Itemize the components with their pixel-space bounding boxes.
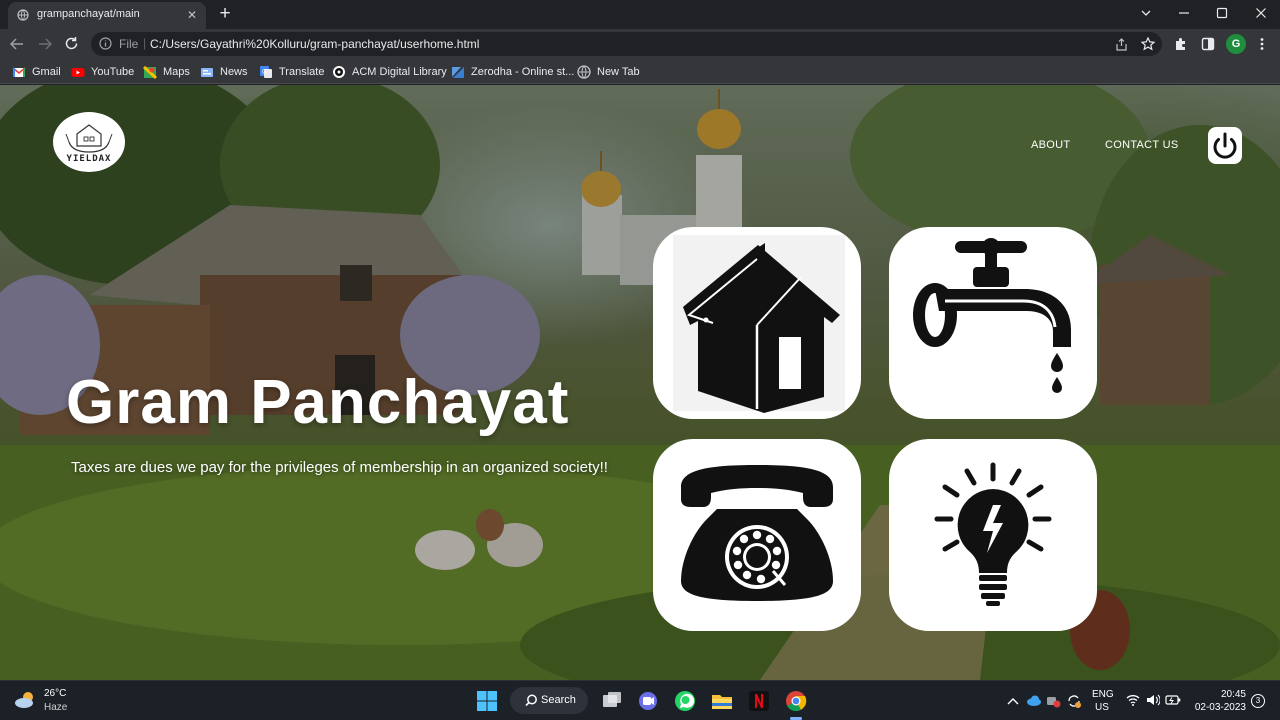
url-separator: | bbox=[143, 36, 147, 50]
info-icon[interactable] bbox=[99, 37, 112, 50]
browser-toolbar: File | C:/Users/Gayathri%20Kolluru/gram-… bbox=[0, 29, 1280, 59]
search-icon bbox=[525, 694, 537, 707]
show-hidden-icons-chevron-icon[interactable] bbox=[1007, 696, 1019, 706]
svg-text:G: G bbox=[262, 70, 267, 76]
yieldax-logo[interactable]: YIELDAX bbox=[53, 112, 125, 172]
news-icon bbox=[201, 68, 213, 77]
netflix-icon[interactable] bbox=[747, 689, 771, 713]
bookmark-maps[interactable]: Maps bbox=[143, 64, 190, 80]
extensions-puzzle-icon[interactable] bbox=[1174, 37, 1188, 51]
tab-strip: grampanchayat/main ✕ + bbox=[0, 0, 1280, 29]
close-window-icon[interactable] bbox=[1255, 7, 1267, 19]
tab-close-icon[interactable]: ✕ bbox=[187, 8, 197, 22]
url-scheme: File bbox=[119, 37, 139, 51]
minimize-icon[interactable] bbox=[1178, 7, 1190, 19]
maps-icon bbox=[143, 65, 157, 79]
tile-water-tax[interactable] bbox=[889, 227, 1097, 419]
tile-house-tax[interactable] bbox=[653, 227, 861, 419]
battery-icon[interactable] bbox=[1165, 694, 1181, 706]
address-bar[interactable]: File | C:/Users/Gayathri%20Kolluru/gram-… bbox=[91, 32, 1162, 56]
bookmark-star-icon[interactable] bbox=[1141, 37, 1155, 51]
whatsapp-icon[interactable] bbox=[673, 689, 697, 713]
profile-avatar[interactable]: G bbox=[1226, 34, 1246, 54]
tab-title: grampanchayat/main bbox=[37, 8, 140, 20]
maximize-icon[interactable] bbox=[1216, 7, 1228, 19]
bookmark-translate[interactable]: G Translate bbox=[259, 64, 324, 80]
taskbar-search[interactable]: Search bbox=[510, 687, 588, 714]
bookmark-gmail[interactable]: Gmail bbox=[12, 64, 61, 80]
logout-button[interactable] bbox=[1208, 127, 1242, 164]
page-title: Gram Panchayat bbox=[66, 368, 570, 437]
system-clock[interactable]: 20:45 02-03-2023 bbox=[1190, 688, 1246, 714]
bookmark-new-tab[interactable]: New Tab bbox=[577, 64, 640, 80]
volume-icon[interactable] bbox=[1146, 694, 1160, 706]
youtube-icon bbox=[71, 68, 85, 77]
weather-haze-icon[interactable] bbox=[14, 689, 38, 711]
bookmark-news[interactable]: News bbox=[200, 64, 248, 80]
task-view-icon[interactable] bbox=[600, 689, 624, 713]
nav-contact-link[interactable]: CONTACT US bbox=[1105, 139, 1179, 151]
share-icon[interactable] bbox=[1115, 38, 1128, 51]
acm-icon bbox=[333, 66, 345, 78]
bookmark-youtube[interactable]: YouTube bbox=[71, 64, 134, 80]
bookmarks-bar: Gmail YouTube Maps News G Translate ACM … bbox=[0, 59, 1280, 84]
water-tap-icon bbox=[913, 238, 1071, 393]
sync-status-icon[interactable] bbox=[1066, 693, 1082, 709]
hero-tagline: Taxes are dues we pay for the privileges… bbox=[71, 459, 608, 476]
side-panel-icon[interactable] bbox=[1201, 37, 1215, 51]
weather-description[interactable]: Haze bbox=[44, 702, 67, 713]
tab-search-chevron-icon[interactable] bbox=[1140, 7, 1152, 19]
gmail-icon bbox=[12, 67, 26, 77]
light-bulb-icon bbox=[934, 462, 1052, 606]
menu-kebab-icon[interactable] bbox=[1256, 37, 1268, 51]
tile-telephone-bill[interactable] bbox=[653, 439, 861, 631]
notification-badge[interactable]: 3 bbox=[1251, 694, 1265, 708]
chrome-icon[interactable] bbox=[784, 689, 808, 713]
zerodha-icon bbox=[452, 67, 464, 78]
forward-arrow-icon[interactable] bbox=[38, 37, 52, 51]
url-text[interactable]: C:/Users/Gayathri%20Kolluru/gram-panchay… bbox=[150, 37, 479, 51]
bookmark-zerodha[interactable]: Zerodha - Online st... bbox=[451, 64, 574, 80]
wifi-icon[interactable] bbox=[1126, 694, 1140, 706]
power-icon bbox=[1213, 132, 1237, 159]
new-tab-button[interactable]: + bbox=[217, 3, 233, 25]
tile-electricity-bill[interactable] bbox=[889, 439, 1097, 631]
windows-start-icon[interactable] bbox=[475, 689, 499, 713]
nav-about-link[interactable]: ABOUT bbox=[1031, 139, 1070, 151]
globe-icon bbox=[577, 65, 591, 79]
telephone-icon bbox=[681, 465, 833, 611]
translate-icon: G bbox=[260, 66, 272, 78]
bookmark-acm[interactable]: ACM Digital Library bbox=[332, 64, 447, 80]
onedrive-cloud-icon[interactable] bbox=[1026, 694, 1042, 706]
globe-icon bbox=[17, 9, 29, 21]
file-explorer-icon[interactable] bbox=[710, 689, 734, 713]
meet-muted-icon[interactable] bbox=[1046, 694, 1062, 708]
reload-icon[interactable] bbox=[64, 36, 79, 51]
page-viewport: YIELDAX ABOUT CONTACT US Gram Panchayat … bbox=[0, 85, 1280, 680]
weather-temperature[interactable]: 26°C bbox=[44, 688, 66, 699]
back-arrow-icon[interactable] bbox=[10, 37, 24, 51]
teams-chat-icon[interactable] bbox=[636, 689, 660, 713]
house-icon bbox=[673, 235, 845, 413]
windows-taskbar: 26°C Haze Search ENG US 20:45 02-03-2023… bbox=[0, 680, 1280, 720]
tab-grampanchayat[interactable]: grampanchayat/main ✕ bbox=[8, 2, 206, 29]
language-indicator[interactable]: ENG US bbox=[1092, 688, 1114, 714]
logo-text: YIELDAX bbox=[66, 154, 112, 164]
